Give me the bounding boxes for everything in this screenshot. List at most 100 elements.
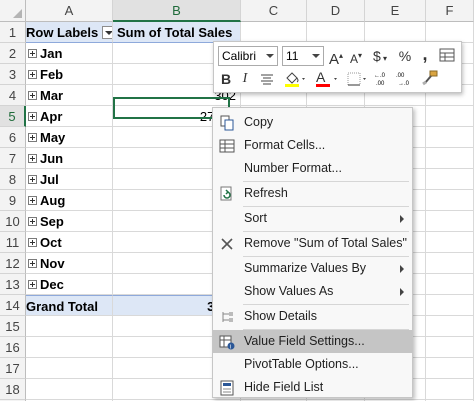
cell[interactable] <box>426 253 474 274</box>
select-all-corner[interactable] <box>0 0 26 22</box>
row-labels-header[interactable]: Row Labels <box>26 22 113 43</box>
menu-item-sort[interactable]: Sort <box>213 207 412 230</box>
menu-item-pivottable-options[interactable]: PivotTable Options... <box>213 353 412 376</box>
font-name-box[interactable]: Calibri <box>218 46 278 66</box>
cell[interactable] <box>426 22 474 43</box>
row-header-17[interactable]: 17 <box>0 358 26 379</box>
filter-dropdown-icon[interactable] <box>102 26 112 39</box>
expand-icon[interactable] <box>28 217 37 226</box>
cell[interactable] <box>426 190 474 211</box>
font-size-box[interactable]: 11 <box>282 46 324 66</box>
column-header-f[interactable]: F <box>426 0 474 22</box>
expand-icon[interactable] <box>28 49 37 58</box>
menu-item-show-details[interactable]: Show Details <box>213 305 412 328</box>
row-label-cell[interactable]: May <box>26 127 113 148</box>
expand-icon[interactable] <box>28 238 37 247</box>
cell[interactable] <box>26 379 113 400</box>
cell[interactable] <box>426 169 474 190</box>
row-label-cell[interactable]: Oct <box>26 232 113 253</box>
menu-item-refresh[interactable]: Refresh <box>213 182 412 205</box>
row-label-cell[interactable]: Feb <box>26 64 113 85</box>
cell[interactable] <box>426 295 474 316</box>
row-header-9[interactable]: 9 <box>0 190 26 211</box>
menu-item-value-field-settings[interactable]: i Value Field Settings... <box>213 330 412 353</box>
row-header-14[interactable]: 14 <box>0 295 26 316</box>
row-header-11[interactable]: 11 <box>0 232 26 253</box>
menu-item-remove-field[interactable]: Remove "Sum of Total Sales" <box>213 232 412 255</box>
row-header-12[interactable]: 12 <box>0 253 26 274</box>
increase-decimal-button[interactable]: ←.0.00 <box>374 70 392 88</box>
format-table-button[interactable] <box>438 47 456 65</box>
column-header-b[interactable]: B <box>113 0 241 22</box>
column-header-d[interactable]: D <box>307 0 365 22</box>
value-header[interactable]: Sum of Total Sales <box>113 22 241 43</box>
row-header-15[interactable]: 15 <box>0 316 26 337</box>
cell[interactable] <box>26 337 113 358</box>
row-header-2[interactable]: 2 <box>0 43 26 64</box>
row-header-8[interactable]: 8 <box>0 169 26 190</box>
comma-style-button[interactable]: , <box>418 44 432 64</box>
row-header-5[interactable]: 5 <box>0 106 26 127</box>
row-label-cell[interactable]: Sep <box>26 211 113 232</box>
percent-style-button[interactable]: % <box>396 46 414 66</box>
expand-icon[interactable] <box>28 133 37 142</box>
row-header-1[interactable]: 1 <box>0 22 26 43</box>
row-label-cell[interactable]: Dec <box>26 274 113 295</box>
fill-color-button[interactable] <box>282 70 310 90</box>
cell[interactable] <box>426 316 474 337</box>
align-center-button[interactable] <box>258 71 276 87</box>
expand-icon[interactable] <box>28 70 37 79</box>
expand-icon[interactable] <box>28 91 37 100</box>
row-header-4[interactable]: 4 <box>0 85 26 106</box>
cell[interactable] <box>426 148 474 169</box>
column-header-e[interactable]: E <box>365 0 426 22</box>
row-label-cell[interactable]: Jun <box>26 148 113 169</box>
row-label-cell[interactable]: Jul <box>26 169 113 190</box>
cell[interactable] <box>426 211 474 232</box>
cell[interactable] <box>426 127 474 148</box>
italic-button[interactable]: I <box>238 69 252 89</box>
cell[interactable] <box>426 379 474 400</box>
borders-button[interactable] <box>346 71 370 89</box>
expand-icon[interactable] <box>28 259 37 268</box>
cell[interactable] <box>426 106 474 127</box>
grow-font-button[interactable]: A▴ <box>328 46 344 68</box>
column-header-a[interactable]: A <box>26 0 113 22</box>
decrease-decimal-button[interactable]: .00 →.0 <box>396 70 414 88</box>
cell[interactable] <box>426 232 474 253</box>
cell[interactable] <box>26 316 113 337</box>
cell[interactable] <box>426 337 474 358</box>
menu-item-hide-field-list[interactable]: Hide Field List <box>213 376 412 399</box>
row-header-10[interactable]: 10 <box>0 211 26 232</box>
column-header-c[interactable]: C <box>241 0 307 22</box>
row-header-18[interactable]: 18 <box>0 379 26 400</box>
cell[interactable] <box>426 358 474 379</box>
row-label-cell[interactable]: Nov <box>26 253 113 274</box>
cell[interactable] <box>365 22 426 43</box>
expand-icon[interactable] <box>28 154 37 163</box>
expand-icon[interactable] <box>28 196 37 205</box>
expand-icon[interactable] <box>28 280 37 289</box>
format-painter-button[interactable] <box>420 70 440 88</box>
cell[interactable] <box>26 358 113 379</box>
font-color-button[interactable]: A <box>314 69 342 90</box>
row-header-7[interactable]: 7 <box>0 148 26 169</box>
cell[interactable] <box>307 22 365 43</box>
shrink-font-button[interactable]: A▾ <box>348 46 364 66</box>
menu-item-number-format[interactable]: Number Format... <box>213 157 412 180</box>
row-header-6[interactable]: 6 <box>0 127 26 148</box>
grand-total-label[interactable]: Grand Total <box>26 295 113 316</box>
row-label-cell[interactable]: Jan <box>26 43 113 64</box>
row-label-cell[interactable]: Apr <box>26 106 113 127</box>
menu-item-show-values-as[interactable]: Show Values As <box>213 280 412 303</box>
row-header-16[interactable]: 16 <box>0 337 26 358</box>
menu-item-format-cells[interactable]: Format Cells... <box>213 134 412 157</box>
row-header-13[interactable]: 13 <box>0 274 26 295</box>
cell[interactable] <box>241 22 307 43</box>
row-label-cell[interactable]: Mar <box>26 85 113 106</box>
expand-icon[interactable] <box>28 112 37 121</box>
menu-item-copy[interactable]: Copy <box>213 111 412 134</box>
row-header-3[interactable]: 3 <box>0 64 26 85</box>
menu-item-summarize-values-by[interactable]: Summarize Values By <box>213 257 412 280</box>
bold-button[interactable]: B <box>218 69 234 89</box>
